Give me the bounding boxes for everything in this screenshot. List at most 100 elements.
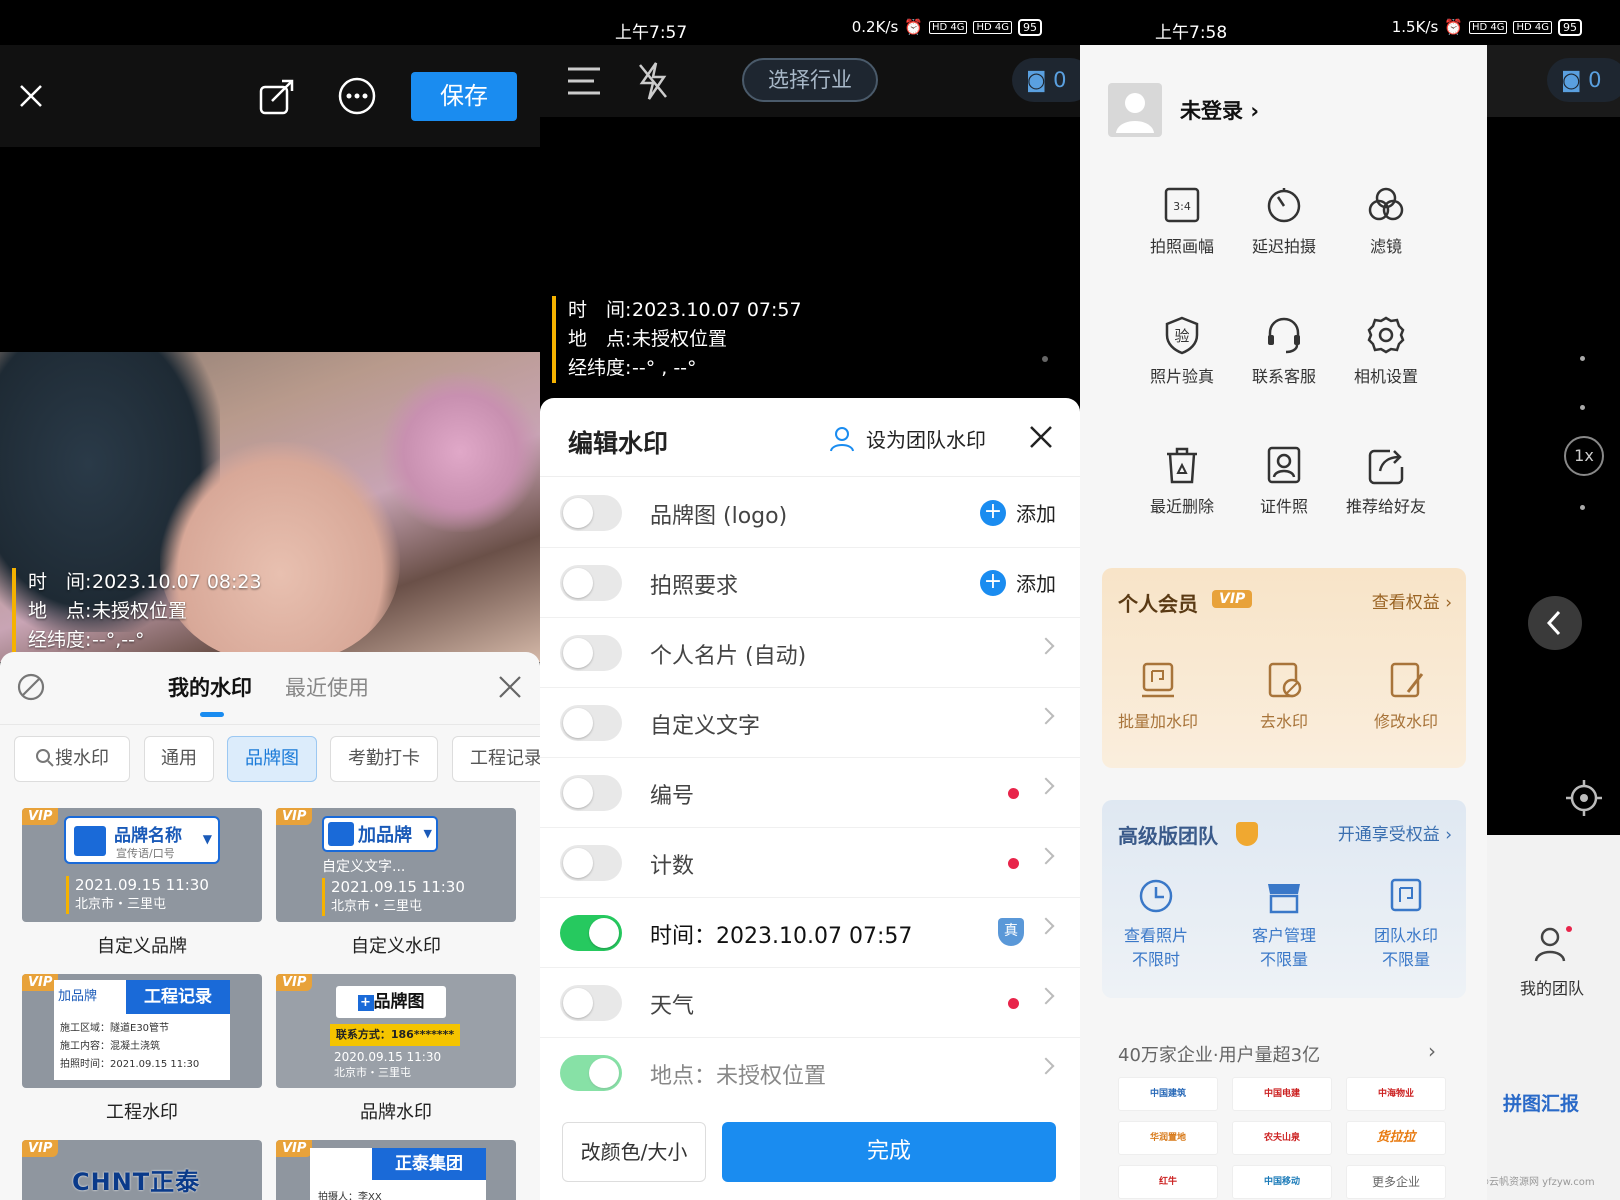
no-watermark-icon[interactable] [16, 672, 46, 702]
row-weather[interactable]: 天气 [540, 968, 1080, 1038]
chip-engineering[interactable]: 工程记录 [452, 736, 540, 782]
vip-item-label: 修改水印 [1373, 712, 1438, 731]
wm-coord-value: --° , --° [632, 357, 697, 379]
line-content: 施工内容：混凝土浇筑 [60, 1041, 160, 1052]
close-sheet-icon[interactable] [497, 674, 523, 700]
share-export-icon[interactable] [258, 75, 300, 117]
toggle-weather[interactable] [560, 985, 622, 1021]
photo-count: 0 [1588, 68, 1602, 92]
toggle-location[interactable] [560, 1055, 622, 1091]
wm-place-key: 地 点: [28, 600, 92, 622]
collapse-drawer-button[interactable] [1528, 596, 1582, 650]
close-icon[interactable] [18, 83, 44, 109]
photo-count-button[interactable]: ◙ 0 [1547, 58, 1620, 102]
headset-icon [1268, 317, 1300, 354]
line-area: 施工区域：隧道E30管节 [60, 1023, 170, 1034]
team-benefits-link[interactable]: 开通享受权益 › [1338, 820, 1452, 845]
row-count[interactable]: 计数 [540, 828, 1080, 898]
vip-item-edit[interactable]: 修改水印 [1346, 660, 1466, 732]
toggle-brand-logo[interactable] [560, 495, 622, 531]
menu-icon[interactable] [566, 65, 602, 97]
toggle-business-card[interactable] [560, 635, 622, 671]
toggle-photo-requirement[interactable] [560, 565, 622, 601]
engineering-lines: 施工区域：隧道E30管节 施工内容：混凝土浇筑 拍照时间：2021.09.15 … [60, 1020, 199, 1074]
personal-vip-card[interactable]: 个人会员 VIP 查看权益 › 批量加水印 去水印 修改水印 [1102, 568, 1466, 768]
row-photo-requirement[interactable]: 拍照要求 + 添加 [540, 548, 1080, 618]
grid-filter[interactable]: 滤镜 [1326, 185, 1446, 257]
card-info: 2021.09.15 11:30 北京市・三里屯 [66, 876, 209, 914]
chip-attendance[interactable]: 考勤打卡 [330, 736, 438, 782]
chnt-logo: CHNT正泰 [72, 1168, 201, 1196]
toggle-number[interactable] [560, 775, 622, 811]
add-requirement-button[interactable]: + 添加 [980, 568, 1056, 597]
menu-drawer-screen: 上午7:58 1.5K/s ⏰ HD 4G HD 4G 95 ◙ 0 1x 我的团队 拼… [1080, 0, 1620, 1200]
select-industry-button[interactable]: 选择行业 [742, 58, 878, 102]
watermark-card-custom-text[interactable]: VIP 加品牌 ▼ 自定义文字... 2021.09.15 11:30 北京市・… [276, 808, 516, 922]
save-button[interactable]: 保存 [411, 72, 517, 121]
chevron-right-icon [1037, 847, 1055, 865]
watermark-card-engineering[interactable]: VIP 加品牌 工程记录 施工区域：隧道E30管节 施工内容：混凝土浇筑 拍照时… [22, 974, 262, 1088]
row-location[interactable]: 地点：未授权位置 [540, 1038, 1080, 1108]
edit-watermark-icon [1390, 662, 1424, 698]
row-label: 天气 [650, 994, 695, 1019]
card-info: 2020.09.15 11:30 北京市・三里屯 [334, 1050, 441, 1080]
login-label[interactable]: 未登录 › [1180, 95, 1259, 125]
vip-item-remove[interactable]: 去水印 [1224, 660, 1344, 732]
more-enterprises[interactable]: 更多企业 [1346, 1165, 1446, 1199]
alarm-icon: ⏰ [1444, 18, 1463, 36]
row-label: 自定义文字 [650, 714, 761, 739]
watermark-card-chnt[interactable]: VIP CHNT正泰 [22, 1140, 262, 1200]
grid-camera-settings[interactable]: 相机设置 [1326, 315, 1446, 387]
vip-benefits-link[interactable]: 查看权益 › [1372, 588, 1452, 613]
locate-icon[interactable] [1564, 778, 1604, 818]
chip-general[interactable]: 通用 [144, 736, 214, 782]
zoom-button[interactable]: 1x [1564, 436, 1604, 476]
engineering-box: 加品牌 工程记录 施工区域：隧道E30管节 施工内容：混凝土浇筑 拍照时间：20… [54, 980, 230, 1080]
vip-item-batch[interactable]: 批量加水印 [1098, 660, 1218, 732]
toggle-time[interactable] [560, 915, 622, 951]
close-icon[interactable] [1028, 424, 1054, 450]
wm-place-value: 未授权位置 [632, 328, 728, 350]
toggle-count[interactable] [560, 845, 622, 881]
team-item-customers[interactable]: 客户管理 不限量 [1224, 876, 1344, 972]
flash-off-icon[interactable] [636, 61, 670, 101]
watermark-card-custom-brand[interactable]: VIP 品牌名称 宣传语/口号 ▼ 2021.09.15 11:30 北京市・三… [22, 808, 262, 922]
watermark-card-brand[interactable]: VIP + 品牌图 联系方式：186******* 2020.09.15 11:3… [276, 974, 516, 1088]
vip-tag: VIP [276, 1140, 313, 1157]
search-watermark-chip[interactable]: 搜水印 [14, 736, 130, 782]
done-button[interactable]: 完成 [722, 1122, 1056, 1182]
row-time[interactable]: 时间：2023.10.07 07:57 真 [540, 898, 1080, 968]
collage-report-label[interactable]: 拼图汇报 [1503, 1089, 1579, 1116]
row-custom-text[interactable]: 自定义文字 [540, 688, 1080, 758]
wm-coord-value: --°,--° [92, 629, 145, 651]
grid-recommend[interactable]: 推荐给好友 [1326, 445, 1446, 517]
team-card-title: 高级版团队 [1118, 824, 1218, 848]
card-caption: 自定义水印 [351, 936, 441, 957]
chip-brand[interactable]: 品牌图 [227, 736, 317, 782]
add-label: 添加 [1016, 572, 1056, 596]
contact-bar: 联系方式：186******* [330, 1024, 460, 1046]
indicator-dot [1042, 356, 1048, 362]
team-item-watermark[interactable]: 团队水印 不限量 [1346, 876, 1466, 972]
toggle-custom-text[interactable] [560, 705, 622, 741]
timer-icon [1267, 188, 1301, 223]
tab-recent[interactable]: 最近使用 [285, 672, 369, 702]
tab-my-watermark[interactable]: 我的水印 [168, 672, 252, 702]
link-text: 开通享受权益 [1337, 825, 1440, 845]
my-team-label[interactable]: 我的团队 [1520, 975, 1584, 999]
chevron-right-icon[interactable]: › [1428, 1039, 1436, 1063]
row-number[interactable]: 编号 [540, 758, 1080, 828]
team-watermark-button[interactable]: 设为团队水印 [828, 424, 986, 453]
change-color-size-button[interactable]: 改颜色/大小 [562, 1122, 706, 1182]
team-plan-card[interactable]: 高级版团队 开通享受权益 › 查看照片 不限时 客户管理 不限量 团队水印 不限量 [1102, 800, 1466, 998]
more-icon[interactable] [336, 75, 378, 117]
dropdown-icon: ▼ [423, 827, 432, 840]
row-brand-logo[interactable]: 品牌图 (logo) + 添加 [540, 478, 1080, 548]
row-business-card[interactable]: 个人名片 (自动) [540, 618, 1080, 688]
add-logo-button[interactable]: + 添加 [980, 498, 1056, 527]
photo-count-button[interactable]: ◙ 0 [1012, 58, 1080, 102]
avatar[interactable] [1108, 83, 1162, 137]
team-icon[interactable] [1533, 925, 1575, 965]
team-item-photos[interactable]: 查看照片 不限时 [1096, 876, 1216, 972]
watermark-card-chint-group[interactable]: VIP 正泰集团 拍摄人：李XX [276, 1140, 516, 1200]
